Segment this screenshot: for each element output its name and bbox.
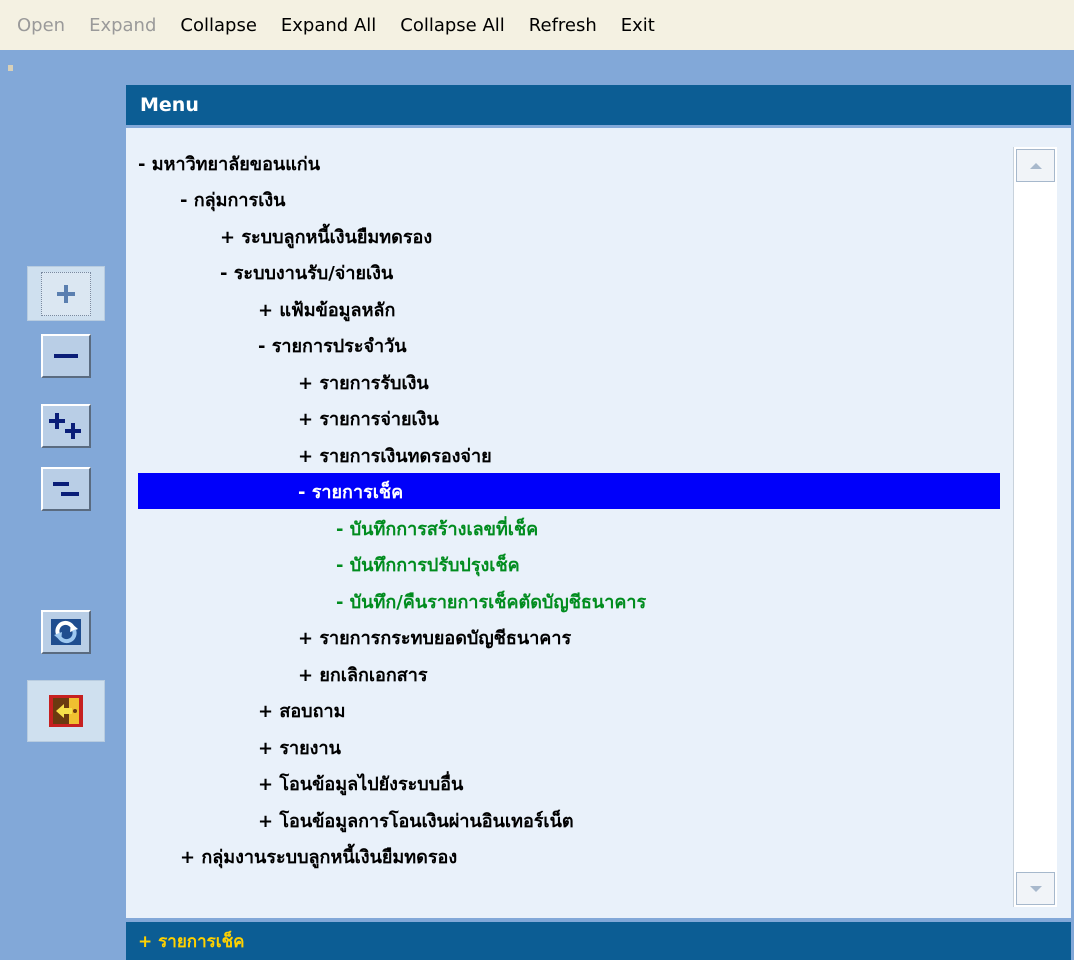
menu-expand: Expand [89, 14, 157, 36]
tree-item[interactable]: + รายการกระทบยอดบัญชีธนาคาร [138, 619, 1000, 655]
tree-item[interactable]: - มหาวิทยาลัยขอนแก่น [138, 145, 1000, 181]
menu-tree-panel: - มหาวิทยาลัยขอนแก่น - กลุ่มการเงิน + ระ… [126, 128, 1071, 918]
menu-bar: Open Expand Collapse Expand All Collapse… [0, 0, 1074, 50]
chevron-up-icon [1029, 162, 1042, 169]
chevron-down-icon [1029, 885, 1042, 892]
tree-item[interactable]: - บันทึก/คืนรายการเช็คตัดบัญชีธนาคาร [138, 583, 1000, 619]
tree-item[interactable]: + สอบถาม [138, 692, 1000, 728]
scroll-up-button[interactable] [1016, 149, 1055, 182]
collapse-button[interactable] [27, 328, 105, 383]
status-text: + รายการเช็ค [138, 931, 245, 952]
tree-item[interactable]: - บันทึกการปรับปรุงเช็ค [138, 546, 1000, 582]
refresh-button[interactable] [27, 604, 105, 659]
tree-item[interactable]: + รายงาน [138, 729, 1000, 765]
refresh-icon [41, 609, 91, 654]
tree-item[interactable]: + โอนข้อมูลการโอนเงินผ่านอินเทอร์เน็ต [138, 802, 1000, 838]
tree-scrollbar[interactable] [1013, 147, 1057, 907]
expand-icon [41, 271, 91, 316]
exit-button[interactable] [27, 680, 105, 742]
tree-item[interactable]: + โอนข้อมูลไปยังระบบอื่น [138, 765, 1000, 801]
collapse-icon [41, 333, 91, 378]
menu-open: Open [17, 14, 66, 36]
scroll-down-button[interactable] [1016, 872, 1055, 905]
collapse-all-button[interactable] [27, 461, 105, 516]
menu-expand-all[interactable]: Expand All [281, 15, 376, 36]
tree-item[interactable]: + ยกเลิกเอกสาร [138, 656, 1000, 692]
tree-item[interactable]: + รายการรับเงิน [138, 364, 1000, 400]
tree-item[interactable]: - ระบบงานรับ/จ่ายเงิน [138, 254, 1000, 290]
tree-item[interactable]: - รายการประจำวัน [138, 327, 1000, 363]
tree-item[interactable]: + กลุ่มงานระบบลูกหนี้เงินยืมทดรอง [138, 838, 1000, 874]
tree-item[interactable]: + ระบบลูกหนี้เงินยืมทดรอง [138, 218, 1000, 254]
tree-item[interactable]: + รายการเงินทดรองจ่าย [138, 437, 1000, 473]
expand-all-icon [41, 403, 91, 448]
expand-all-button[interactable] [27, 398, 105, 453]
tree-item-selected[interactable]: - รายการเช็ค [138, 473, 1000, 509]
menu-header: Menu [126, 85, 1071, 125]
tree-item[interactable]: - กลุ่มการเงิน [138, 181, 1000, 217]
menu-refresh[interactable]: Refresh [529, 15, 597, 36]
expand-button[interactable] [27, 266, 105, 321]
tree-item[interactable]: + แฟ้มข้อมูลหลัก [138, 291, 1000, 327]
menu-collapse[interactable]: Collapse [180, 15, 257, 36]
menu-title: Menu [140, 94, 199, 116]
tree-item[interactable]: + รายการจ่ายเงิน [138, 400, 1000, 436]
status-bar: + รายการเช็ค [126, 922, 1071, 960]
tree-item[interactable]: - บันทึกการสร้างเลขที่เช็ค [138, 510, 1000, 546]
menu-exit[interactable]: Exit [621, 15, 655, 36]
window-marker [8, 65, 13, 71]
menu-collapse-all[interactable]: Collapse All [400, 15, 505, 36]
collapse-all-icon [41, 466, 91, 511]
exit-icon [47, 693, 85, 729]
